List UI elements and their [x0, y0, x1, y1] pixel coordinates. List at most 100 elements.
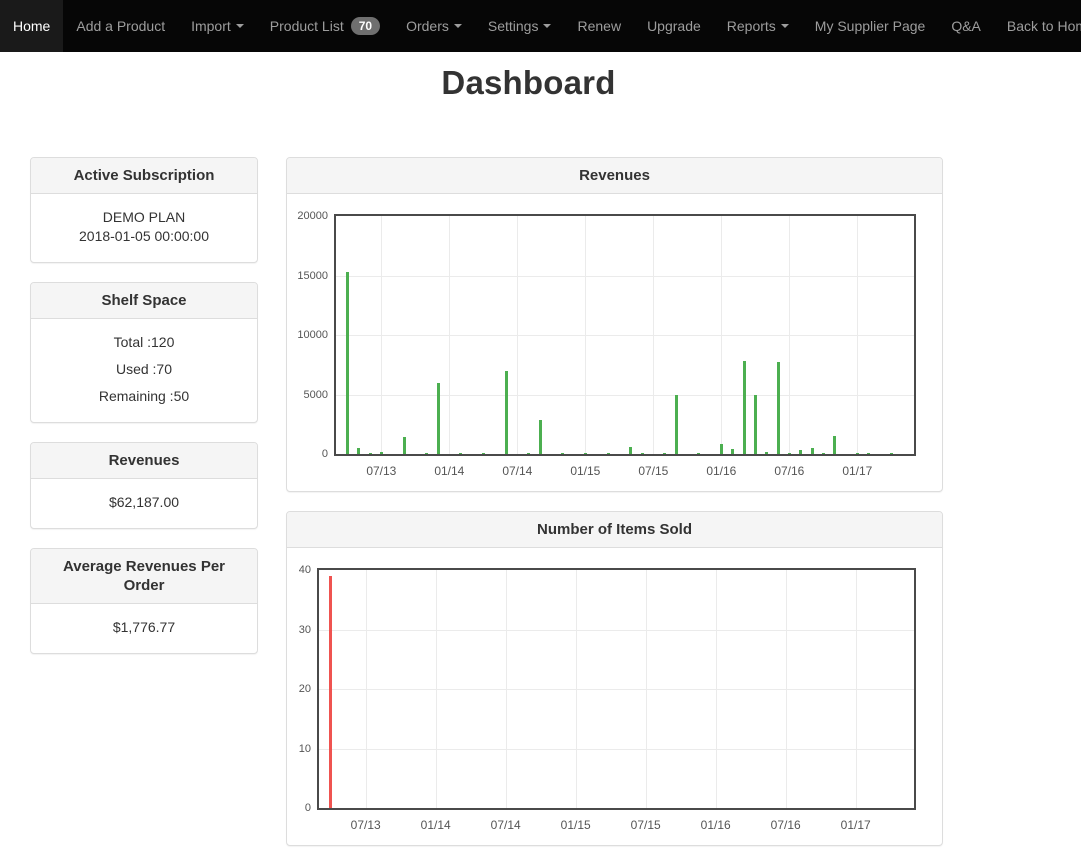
bar [505, 371, 508, 454]
navbar: Home Add a ProductImportProduct List70 Ord… [0, 0, 1081, 52]
nav-item-product-list[interactable]: Product List70 [257, 0, 393, 52]
gridline [319, 630, 914, 631]
x-axis-label: 07/15 [616, 819, 676, 832]
x-axis-label: 07/16 [756, 819, 816, 832]
bar [329, 576, 332, 808]
nav-item-label: Upgrade [647, 18, 701, 34]
nav-item-reports[interactable]: Reports [714, 0, 802, 52]
bar [697, 453, 700, 454]
caret-down-icon [543, 24, 551, 28]
y-axis-label: 0 [287, 448, 328, 460]
caret-down-icon [454, 24, 462, 28]
nav-item-my-supplier-page[interactable]: My Supplier Page [802, 0, 939, 52]
y-axis-label: 10000 [287, 329, 328, 341]
plot-area [334, 214, 916, 456]
nav-item-add-a-product[interactable]: Add a Product [63, 0, 178, 52]
nav-item-label: My Supplier Page [815, 18, 926, 34]
y-axis-label: 0 [287, 802, 311, 814]
nav-item-home[interactable]: Home [0, 0, 63, 52]
bar [346, 272, 349, 454]
x-axis-label: 07/15 [623, 465, 683, 478]
bar [607, 453, 610, 454]
gridline [576, 570, 577, 808]
card-line: Total :120 [41, 333, 247, 352]
card-line: Used :70 [41, 360, 247, 379]
gridline [721, 216, 722, 454]
bar [629, 447, 632, 454]
gridline [786, 570, 787, 808]
x-axis-label: 07/16 [759, 465, 819, 478]
x-axis-label: 01/15 [555, 465, 615, 478]
nav-item-upgrade[interactable]: Upgrade [634, 0, 714, 52]
bar [369, 453, 372, 454]
y-axis-label: 15000 [287, 270, 328, 282]
bar [675, 395, 678, 455]
nav-item-orders[interactable]: Orders [393, 0, 475, 52]
main-content: Active SubscriptionDEMO PLAN2018-01-05 0… [30, 157, 943, 865]
bar [822, 453, 825, 454]
y-axis-label: 30 [287, 624, 311, 636]
y-axis-label: 10 [287, 743, 311, 755]
x-axis-label: 01/17 [826, 819, 886, 832]
revenues-chart-title: Revenues [287, 158, 942, 194]
nav-item-renew[interactable]: Renew [564, 0, 634, 52]
nav-item-import[interactable]: Import [178, 0, 257, 52]
card-line: Remaining :50 [41, 387, 247, 406]
card-title: Shelf Space [31, 283, 257, 319]
bar [482, 453, 485, 454]
card-body: Total :120 Used :70 Remaining :50 [31, 319, 257, 422]
gridline [449, 216, 450, 454]
y-axis-label: 20000 [287, 210, 328, 222]
bar [833, 436, 836, 454]
nav-item-label: Reports [727, 18, 776, 34]
bar [890, 453, 893, 454]
bar [720, 444, 723, 454]
bar [459, 453, 462, 454]
gridline [319, 749, 914, 750]
page-title: Dashboard [0, 64, 1057, 102]
gridline [856, 570, 857, 808]
bar [641, 453, 644, 454]
card-body: $1,776.77 [31, 604, 257, 653]
nav-item-qa[interactable]: Q&A [938, 0, 994, 52]
card-shelf-space: Shelf Space Total :120 Used :70 Remaining :… [30, 282, 258, 423]
x-axis-label: 01/15 [546, 819, 606, 832]
items-sold-chart: 01020304007/1301/1407/1401/1507/1501/160… [287, 548, 942, 845]
x-axis-label: 07/14 [476, 819, 536, 832]
card-body: $62,187.00 [31, 479, 257, 528]
gridline [336, 276, 914, 277]
gridline [336, 395, 914, 396]
bar [743, 361, 746, 454]
gridline [319, 689, 914, 690]
nav-item-label: Orders [406, 18, 449, 34]
nav-item-settings[interactable]: Settings [475, 0, 565, 52]
bar [788, 453, 791, 454]
nav-item-label: Back to Home Page [1007, 18, 1081, 34]
caret-down-icon [781, 24, 789, 28]
y-axis-label: 20 [287, 683, 311, 695]
card-title: Average Revenues Per Order [31, 549, 257, 604]
bar [357, 448, 360, 454]
gridline [366, 570, 367, 808]
x-axis-label: 07/14 [487, 465, 547, 478]
bar [856, 453, 859, 454]
items-sold-chart-panel: Number of Items Sold 01020304007/1301/14… [286, 511, 943, 846]
card-active-subscription: Active SubscriptionDEMO PLAN2018-01-05 0… [30, 157, 258, 263]
nav-item-back-to-home-page[interactable]: Back to Home Page [994, 0, 1081, 52]
bar [584, 453, 587, 454]
gridline [436, 570, 437, 808]
card-average-revenues: Average Revenues Per Order$1,776.77 [30, 548, 258, 654]
bar [561, 453, 564, 454]
x-axis-label: 01/14 [419, 465, 479, 478]
gridline [585, 216, 586, 454]
nav-item-label: Settings [488, 18, 539, 34]
card-revenues-total: Revenues$62,187.00 [30, 442, 258, 529]
nav-item-label: Home [13, 18, 50, 34]
gridline [381, 216, 382, 454]
caret-down-icon [236, 24, 244, 28]
nav-item-label: Product List [270, 18, 344, 34]
card-line: DEMO PLAN [41, 208, 247, 227]
bar [403, 437, 406, 454]
summary-cards-column: Active SubscriptionDEMO PLAN2018-01-05 0… [30, 157, 258, 673]
gridline [653, 216, 654, 454]
